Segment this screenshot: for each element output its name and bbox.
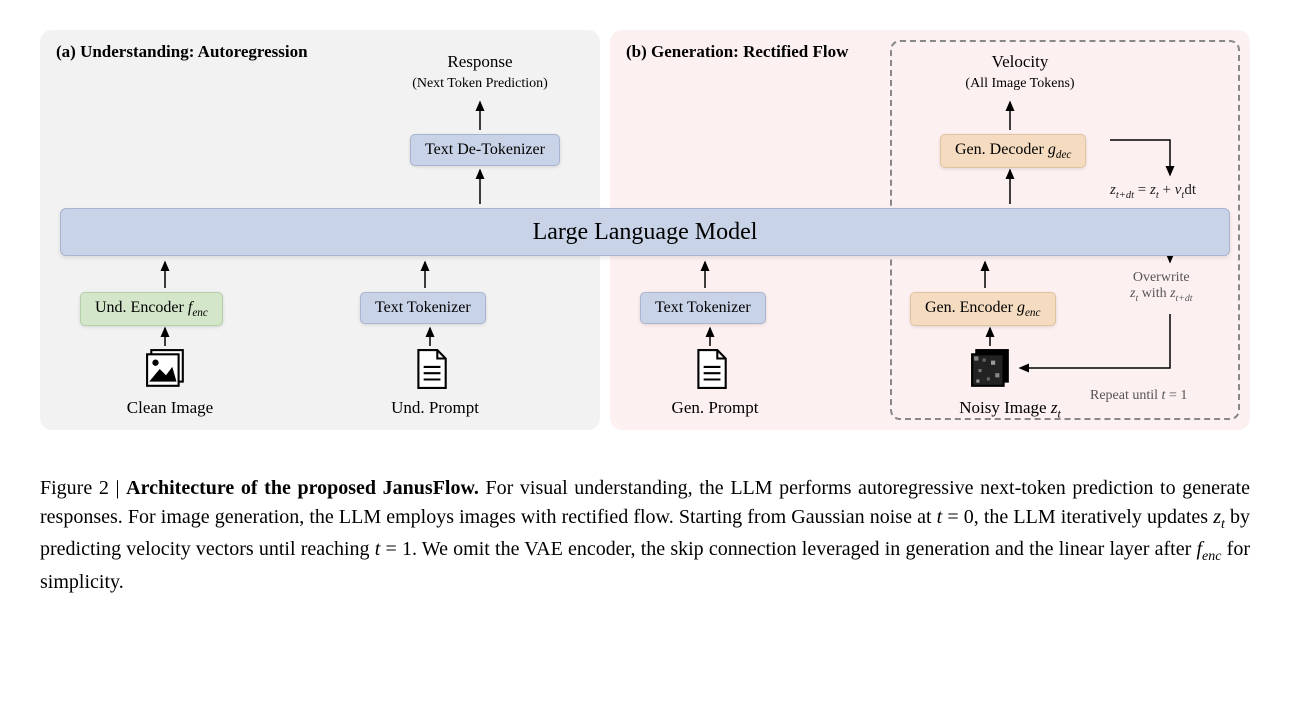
figure-number: Figure 2 | (40, 477, 126, 499)
response-label: Response (Next Token Prediction) (380, 52, 580, 92)
text-tokenizer-b-block: Text Tokenizer (640, 292, 766, 324)
gen-prompt-label: Gen. Prompt (655, 398, 775, 418)
document-icon-a (410, 348, 452, 390)
llm-block: Large Language Model (60, 208, 1230, 256)
update-equation: zt+dt = zt + vtdt (1110, 182, 1196, 201)
figure-caption: Figure 2 | Architecture of the proposed … (40, 474, 1250, 597)
repeat-label: Repeat until t = 1 (1090, 388, 1187, 404)
text-detokenizer-block: Text De-Tokenizer (410, 134, 560, 166)
clean-image-label: Clean Image (110, 398, 230, 418)
velocity-sub: (All Image Tokens) (965, 76, 1074, 91)
noisy-image-label: Noisy Image zt (930, 398, 1090, 421)
und-prompt-label: Und. Prompt (375, 398, 495, 418)
clean-image-icon (145, 348, 187, 390)
caption-title: Architecture of the proposed JanusFlow. (126, 477, 479, 499)
velocity-text: Velocity (992, 52, 1049, 71)
gen-encoder-block: Gen. Encoder genc (910, 292, 1056, 326)
response-text: Response (447, 52, 512, 71)
noisy-image-icon (970, 348, 1012, 390)
und-encoder-block: Und. Encoder fenc (80, 292, 223, 326)
text-tokenizer-a-block: Text Tokenizer (360, 292, 486, 324)
gen-decoder-block: Gen. Decoder gdec (940, 134, 1086, 168)
document-icon-b (690, 348, 732, 390)
response-sub: (Next Token Prediction) (412, 76, 548, 91)
architecture-diagram: (a) Understanding: Autoregression (b) Ge… (40, 30, 1250, 450)
overwrite-label: Overwrite zt with zt+dt (1130, 270, 1193, 304)
velocity-label: Velocity (All Image Tokens) (920, 52, 1120, 92)
